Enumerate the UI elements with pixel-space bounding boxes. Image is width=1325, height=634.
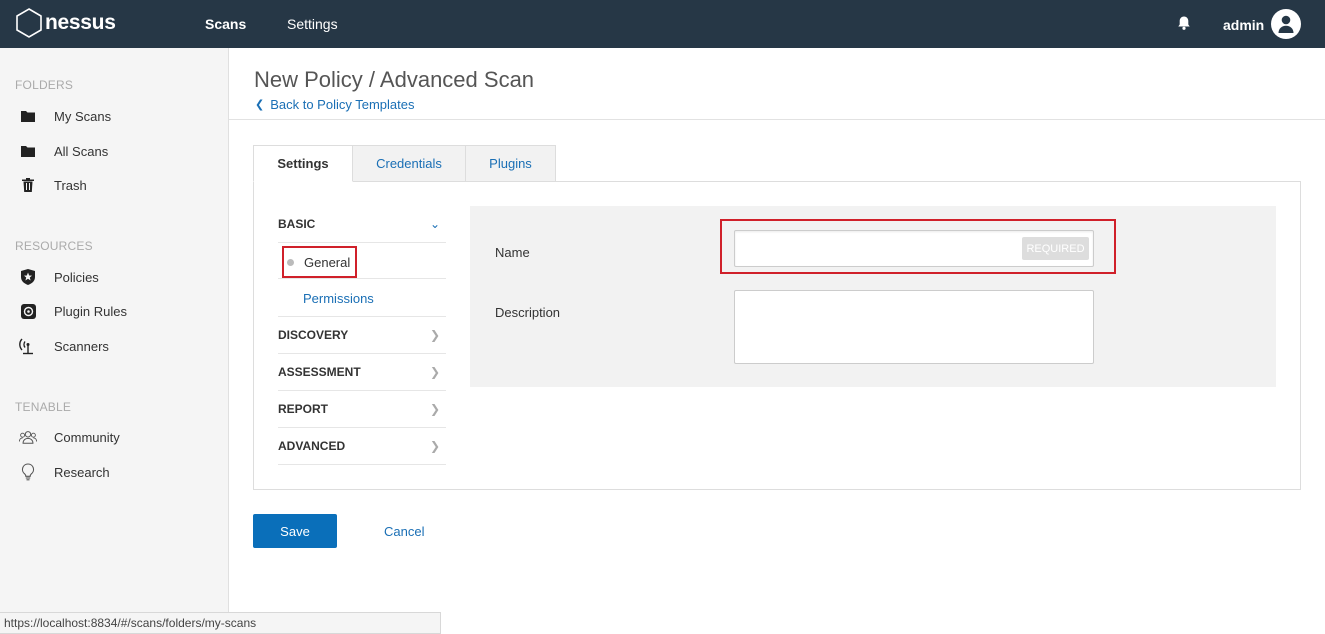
chevron-right-icon: ❯ (429, 328, 440, 342)
cancel-button[interactable]: Cancel (384, 524, 424, 539)
section-label: DISCOVERY (278, 328, 349, 342)
nav-scans-link[interactable]: Scans (205, 16, 246, 32)
user-menu-name[interactable]: admin (1223, 17, 1264, 33)
sidebar-item-policies[interactable]: Policies (0, 262, 228, 292)
chevron-down-icon: ⌄ (429, 217, 440, 231)
folders-heading: FOLDERS (15, 78, 74, 92)
bell-icon[interactable] (1176, 15, 1192, 31)
sidebar-item-plugin-rules[interactable]: Plugin Rules (0, 296, 228, 326)
section-discovery[interactable]: DISCOVERY ❯ (278, 317, 446, 354)
sidebar-item-all-scans[interactable]: All Scans (0, 136, 228, 166)
tenable-heading: TENABLE (15, 400, 72, 414)
tab-plugins[interactable]: Plugins (465, 145, 556, 182)
section-advanced[interactable]: ADVANCED ❯ (278, 428, 446, 465)
chevron-right-icon: ❯ (429, 365, 440, 379)
nessus-logo[interactable]: nessus (14, 7, 116, 39)
user-avatar[interactable] (1271, 9, 1301, 39)
top-navbar: nessus Scans Settings admin (0, 0, 1325, 48)
required-badge: REQUIRED (1022, 237, 1089, 260)
user-icon (1278, 15, 1294, 33)
chevron-left-icon: ❮ (255, 99, 265, 111)
sidebar-item-label: My Scans (54, 108, 112, 124)
section-label: REPORT (278, 402, 329, 416)
section-label: ADVANCED (278, 439, 346, 453)
sidebar: FOLDERS My Scans All Scans Trash RESOURC… (0, 48, 229, 634)
lightbulb-icon (19, 463, 37, 481)
tab-credentials[interactable]: Credentials (352, 145, 466, 182)
folder-icon (19, 107, 37, 125)
back-link-label: Back to Policy Templates (270, 97, 415, 112)
sidebar-item-label: Scanners (54, 338, 109, 354)
resources-heading: RESOURCES (15, 239, 93, 253)
section-report[interactable]: REPORT ❯ (278, 391, 446, 428)
active-dot-icon (287, 258, 294, 266)
subnav-permissions[interactable]: Permissions (303, 291, 374, 306)
sidebar-item-label: Policies (54, 269, 99, 285)
section-label: BASIC (278, 217, 316, 231)
subnav-general-label: General (304, 254, 351, 270)
logo-text: nessus (45, 11, 116, 34)
tab-settings[interactable]: Settings (253, 145, 353, 182)
description-label: Description (495, 305, 561, 320)
header-divider (229, 119, 1325, 120)
radar-icon (19, 337, 37, 355)
section-assessment[interactable]: ASSESSMENT ❯ (278, 354, 446, 391)
save-button[interactable]: Save (253, 514, 337, 548)
section-basic[interactable]: BASIC ⌄ (278, 206, 446, 243)
sidebar-item-my-scans[interactable]: My Scans (0, 101, 228, 131)
name-label: Name (495, 245, 530, 260)
back-to-templates-link[interactable]: ❮ Back to Policy Templates (255, 97, 415, 112)
sidebar-item-community[interactable]: Community (0, 422, 228, 452)
people-icon (19, 428, 37, 446)
divider (278, 278, 446, 279)
hexagon-logo-icon (16, 8, 42, 38)
plugin-icon (19, 302, 37, 320)
sidebar-item-scanners[interactable]: Scanners (0, 331, 228, 361)
status-bar-url: https://localhost:8834/#/scans/folders/m… (0, 612, 441, 634)
sidebar-item-trash[interactable]: Trash (0, 170, 228, 200)
section-label: ASSESSMENT (278, 365, 361, 379)
subnav-general[interactable]: General (282, 246, 357, 278)
sidebar-item-label: Research (54, 464, 110, 480)
sidebar-item-label: All Scans (54, 143, 109, 159)
sidebar-item-label: Community (54, 429, 120, 445)
name-field[interactable]: REQUIRED (734, 230, 1094, 267)
page-title: New Policy / Advanced Scan (254, 67, 535, 92)
shield-icon (19, 268, 37, 286)
chevron-right-icon: ❯ (429, 439, 440, 453)
sidebar-item-research[interactable]: Research (0, 457, 228, 487)
folder-icon (19, 142, 37, 160)
nav-settings-link[interactable]: Settings (287, 16, 338, 32)
chevron-right-icon: ❯ (429, 402, 440, 416)
description-field[interactable] (734, 290, 1094, 364)
sidebar-item-label: Plugin Rules (54, 303, 127, 319)
sidebar-item-label: Trash (54, 177, 87, 193)
trash-icon (19, 176, 37, 194)
